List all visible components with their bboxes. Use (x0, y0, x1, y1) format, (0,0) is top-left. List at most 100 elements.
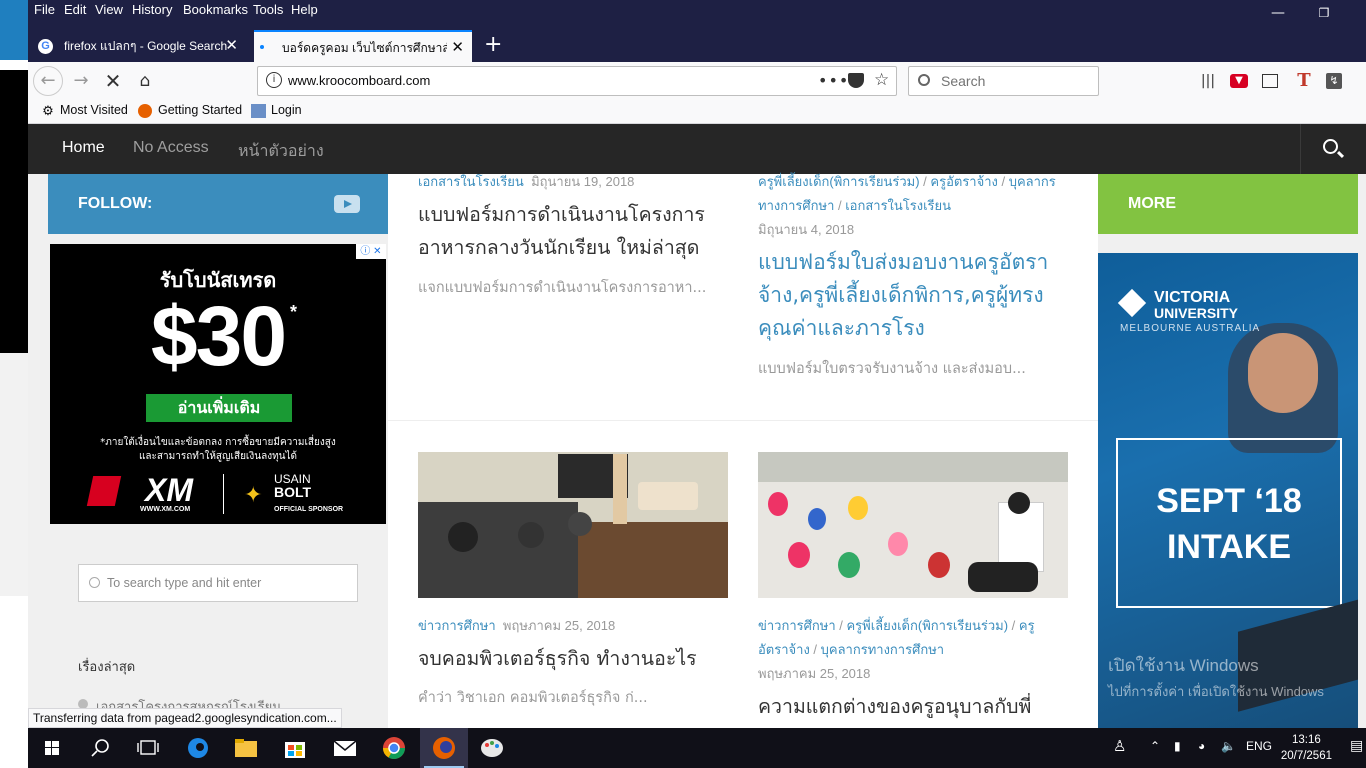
store-taskbar-button[interactable] (271, 728, 319, 768)
menu-history[interactable]: History (132, 2, 172, 17)
wifi-icon[interactable]: ◕ (1198, 739, 1205, 753)
search-icon-handle (1336, 150, 1345, 159)
category-link[interactable]: เอกสารในโรงเรียน (418, 174, 524, 189)
language-indicator[interactable]: ENG (1246, 739, 1272, 753)
download-icon[interactable]: ▼ (1230, 74, 1248, 88)
page-actions-icon[interactable]: ••• (818, 71, 849, 90)
post-meta: ครูพี่เลี้ยงเด็ก(พิการเรียนร่วม) / ครูอั… (758, 174, 1056, 237)
volume-icon[interactable]: 🔈 (1221, 739, 1236, 753)
bookmark-login[interactable]: Login (251, 103, 302, 118)
stop-loading-icon[interactable]: ✕ (100, 69, 126, 93)
mail-taskbar-button[interactable] (321, 728, 369, 768)
xm-logo-icon (86, 476, 122, 506)
post-thumbnail-kindergarten[interactable] (758, 452, 1068, 598)
menu-view[interactable]: View (95, 2, 123, 17)
new-tab-icon[interactable]: + (484, 32, 502, 57)
menu-file[interactable]: File (34, 2, 55, 17)
flash-addon-icon[interactable]: ↯ (1326, 73, 1342, 89)
ad-disclaimer: *ภายใต้เงื่อนไขและข้อตกลง การซื้อขายมีคว… (100, 437, 336, 448)
row-divider (388, 420, 1098, 421)
xm-advertisement[interactable]: ⓘ ✕ รับโบนัสเทรด $30 * อ่านเพิ่มเติม *ภา… (50, 244, 386, 524)
post-excerpt: แบบฟอร์มใบตรวจรับงานจ้าง และส่งมอบ... (758, 361, 1026, 377)
ad-disclaimer: และสามารถทำให้สูญเสียเงินลงทุนได้ (138, 451, 298, 462)
post-date: มิถุนายน 4, 2018 (758, 222, 855, 237)
close-tab-icon[interactable]: ✕ (225, 30, 238, 62)
firefox-icon (433, 737, 455, 759)
search-icon (91, 739, 109, 757)
ad-divider (223, 474, 224, 514)
address-bar[interactable]: i www.kroocomboard.com ••• ☆ (257, 66, 897, 96)
task-view-button[interactable] (124, 728, 172, 768)
post-date: พฤษภาคม 25, 2018 (758, 666, 871, 681)
firefox-taskbar-button[interactable] (420, 728, 468, 768)
ad-read-more-button[interactable]: อ่านเพิ่มเติม (146, 394, 292, 422)
nav-no-access[interactable]: No Access (133, 139, 209, 157)
menu-help[interactable]: Help (291, 2, 318, 17)
restore-icon[interactable]: ❐ (1315, 4, 1333, 22)
store-icon (285, 742, 305, 758)
category-link[interactable]: ข่าวการศึกษา (758, 618, 836, 633)
site-info-icon[interactable]: i (266, 72, 282, 88)
adchoices-icon[interactable]: ⓘ ✕ (356, 244, 386, 259)
start-button[interactable] (28, 728, 76, 768)
close-tab-icon[interactable]: ✕ (451, 32, 464, 62)
category-link[interactable]: ครูพี่เลี้ยงเด็ก(พิการเรียนร่วม) (846, 618, 1008, 633)
minimize-icon[interactable]: — (1269, 4, 1287, 22)
category-link[interactable]: ข่าวการศึกษา (418, 618, 496, 633)
post-title-link[interactable]: แบบฟอร์มการดำเนินงานโครงการอาหารกลางวันน… (418, 198, 728, 264)
menu-edit[interactable]: Edit (64, 2, 86, 17)
post-thumbnail-computer-lab[interactable] (418, 452, 728, 598)
ad-star: * (290, 302, 298, 322)
status-bar: Transferring data from pagead2.googlesyn… (28, 708, 342, 728)
translate-addon-icon[interactable]: T (1294, 71, 1314, 91)
tab-google-search[interactable]: G firefox แปลกๆ - Google Search ✕ (28, 30, 246, 62)
youtube-icon[interactable] (334, 195, 360, 213)
search-field[interactable]: Search (908, 66, 1099, 96)
search-icon (89, 577, 100, 588)
battery-icon[interactable]: ▮ (1174, 739, 1181, 753)
post-meta: ข่าวการศึกษา / ครูพี่เลี้ยงเด็ก(พิการเรี… (758, 618, 1035, 681)
post-grid: เอกสารในโรงเรียน มิถุนายน 19, 2018 แบบฟอ… (388, 174, 1098, 728)
sidebar-icon[interactable] (1262, 74, 1278, 88)
show-hidden-icons-icon[interactable]: ⌃ (1150, 739, 1160, 753)
nav-home[interactable]: Home (62, 139, 105, 157)
desktop-edge-grey (0, 353, 28, 596)
menu-bookmarks[interactable]: Bookmarks (183, 2, 248, 17)
more-bar[interactable]: MORE (1098, 174, 1358, 234)
edge-taskbar-button[interactable] (174, 728, 222, 768)
category-link[interactable]: บุคลากรทางการศึกษา (821, 642, 944, 657)
tab-kroocomboard[interactable]: บอร์ดครูคอม เว็บไซต์การศึกษาสำหรั ✕ (254, 30, 472, 62)
category-link[interactable]: ครูอัตราจ้าง (930, 174, 997, 189)
post-title-link[interactable]: แบบฟอร์มใบส่งมอบงานครูอัตราจ้าง,ครูพี่เล… (758, 246, 1058, 345)
home-icon[interactable]: ⌂ (132, 69, 158, 93)
pocket-icon[interactable] (848, 73, 864, 88)
clock-date: 20/7/2561 (1280, 750, 1332, 762)
chrome-taskbar-button[interactable] (370, 728, 418, 768)
back-button[interactable]: ← (33, 66, 63, 96)
sidebar-search-input[interactable]: To search type and hit enter (78, 564, 358, 602)
post-meta: ข่าวการศึกษา พฤษภาคม 25, 2018 (418, 614, 728, 638)
paint-taskbar-button[interactable] (468, 728, 516, 768)
library-icon[interactable]: ||| (1198, 71, 1218, 91)
bookmark-most-visited[interactable]: ⚙ Most Visited (40, 103, 128, 118)
site-search-button[interactable] (1300, 124, 1366, 174)
post-excerpt: แจกแบบฟอร์มการดำเนินงานโครงการอาหา... (418, 280, 707, 296)
bookmark-getting-started[interactable]: Getting Started (138, 103, 242, 118)
search-taskbar-button[interactable] (76, 728, 124, 768)
post-title-link[interactable]: จบคอมพิวเตอร์ธุรกิจ ทำงานอะไร (418, 642, 728, 675)
file-explorer-taskbar-button[interactable] (222, 728, 270, 768)
category-link[interactable]: ครูพี่เลี้ยงเด็ก(พิการเรียนร่วม) (758, 174, 920, 189)
nav-sample-page[interactable]: หน้าตัวอย่าง (238, 139, 324, 164)
bookmark-star-icon[interactable]: ☆ (874, 70, 889, 90)
clock[interactable]: 13:16 20/7/2561 (1281, 732, 1332, 764)
folder-icon (235, 739, 257, 757)
taskbar: ♙ ⌃ ▮ ◕ 🔈 ENG 13:16 20/7/2561 ▤ (28, 728, 1366, 768)
post-date: มิถุนายน 19, 2018 (531, 174, 635, 189)
post-title-link[interactable]: ความแตกต่างของครูอนุบาลกับพี่ (758, 690, 1068, 723)
bolt-pose-icon: ✦ (244, 482, 263, 507)
people-icon[interactable]: ♙ (1113, 737, 1126, 755)
forward-button[interactable]: → (68, 69, 94, 93)
menu-tools[interactable]: Tools (253, 2, 283, 17)
notification-icon[interactable]: ▤ (1350, 737, 1363, 754)
category-link[interactable]: เอกสารในโรงเรียน (845, 198, 951, 213)
